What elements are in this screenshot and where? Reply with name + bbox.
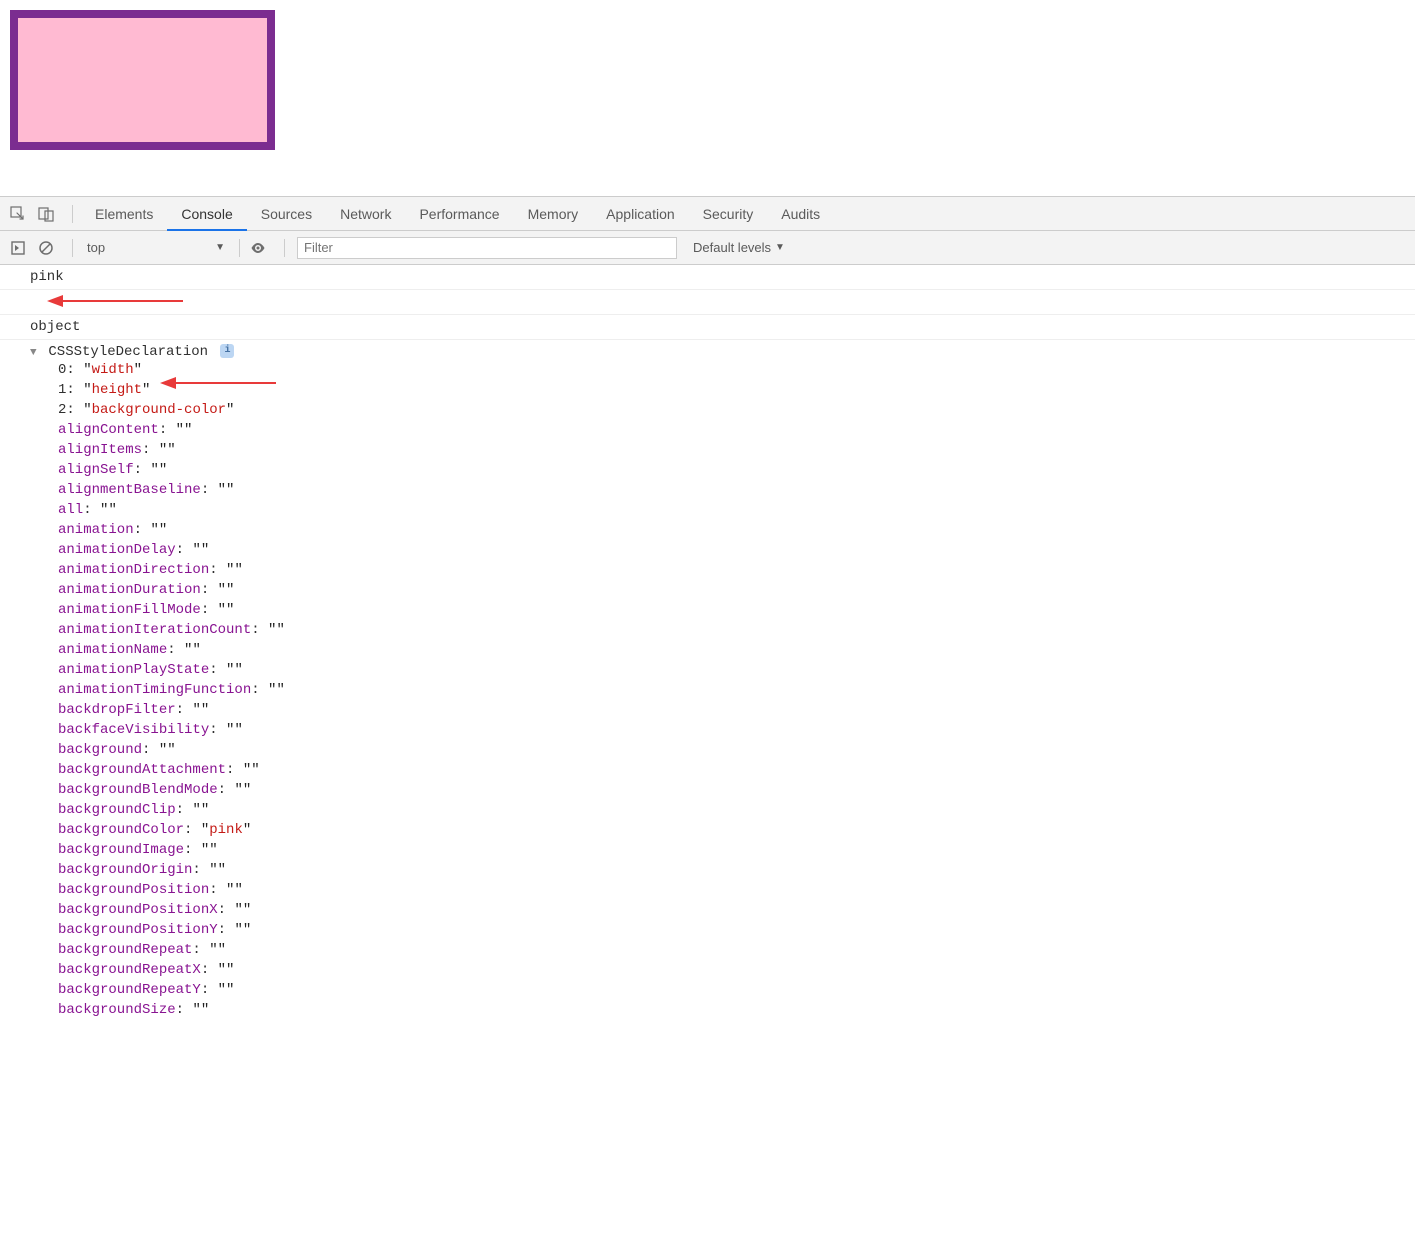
object-property-row[interactable]: backgroundOrigin: "" (58, 860, 1405, 880)
log-levels-selector[interactable]: Default levels ▼ (685, 237, 793, 259)
object-property-row[interactable]: alignItems: "" (58, 440, 1405, 460)
live-expression-icon[interactable] (248, 238, 268, 258)
devtools-panel: ElementsConsoleSourcesNetworkPerformance… (0, 196, 1415, 1024)
object-property-row[interactable]: animationTimingFunction: "" (58, 680, 1405, 700)
execution-context-icon[interactable] (8, 238, 28, 258)
object-property-row[interactable]: 1: "height" (58, 380, 1405, 400)
devtools-tab-sources[interactable]: Sources (247, 197, 326, 231)
chevron-down-icon: ▼ (775, 242, 785, 253)
context-selector[interactable]: top ▼ (81, 237, 231, 259)
object-property-row[interactable]: backgroundAttachment: "" (58, 760, 1405, 780)
object-property-row[interactable]: alignContent: "" (58, 420, 1405, 440)
styled-div-outer (10, 10, 275, 150)
log-text: pink (30, 269, 64, 285)
device-toggle-icon[interactable] (36, 204, 56, 224)
info-badge-icon[interactable]: i (220, 344, 234, 358)
devtools-tab-memory[interactable]: Memory (514, 197, 593, 231)
filter-input[interactable] (297, 237, 677, 259)
chevron-down-icon: ▼ (215, 242, 225, 253)
log-text: object (30, 319, 80, 335)
object-property-row[interactable]: backgroundPosition: "" (58, 880, 1405, 900)
devtools-tab-performance[interactable]: Performance (405, 197, 513, 231)
object-property-row[interactable]: backdropFilter: "" (58, 700, 1405, 720)
object-property-row[interactable]: alignSelf: "" (58, 460, 1405, 480)
object-property-row[interactable]: backgroundRepeat: "" (58, 940, 1405, 960)
log-levels-label: Default levels (693, 240, 771, 255)
styled-div-inner (18, 18, 267, 142)
devtools-tab-application[interactable]: Application (592, 197, 689, 231)
devtools-tabs-bar: ElementsConsoleSourcesNetworkPerformance… (0, 197, 1415, 231)
inspect-element-icon[interactable] (8, 204, 28, 224)
console-log-line-blank[interactable] (0, 290, 1415, 315)
console-output: pink object ▼ CSSStyleDeclaration i 0: "… (0, 265, 1415, 1024)
object-property-row[interactable]: backgroundSize: "" (58, 1000, 1405, 1020)
separator (239, 239, 240, 257)
console-log-line[interactable]: object (0, 315, 1415, 340)
object-property-row[interactable]: backgroundImage: "" (58, 840, 1405, 860)
separator (72, 205, 73, 223)
object-property-row[interactable]: backgroundPositionY: "" (58, 920, 1405, 940)
object-property-row[interactable]: backfaceVisibility: "" (58, 720, 1405, 740)
disclosure-triangle-icon: ▼ (30, 347, 40, 359)
object-property-row[interactable]: animation: "" (58, 520, 1405, 540)
object-property-row[interactable]: animationPlayState: "" (58, 660, 1405, 680)
object-property-row[interactable]: background: "" (58, 740, 1405, 760)
separator (284, 239, 285, 257)
devtools-tab-network[interactable]: Network (326, 197, 405, 231)
object-class-name: CSSStyleDeclaration (48, 344, 208, 360)
context-label: top (87, 240, 105, 255)
object-property-row[interactable]: animationName: "" (58, 640, 1405, 660)
object-property-row[interactable]: animationIterationCount: "" (58, 620, 1405, 640)
page-content-area (0, 0, 1415, 196)
object-property-row[interactable]: animationDelay: "" (58, 540, 1405, 560)
console-toolbar: top ▼ Default levels ▼ (0, 231, 1415, 265)
object-property-row[interactable]: animationDuration: "" (58, 580, 1405, 600)
object-property-row[interactable]: backgroundColor: "pink" (58, 820, 1405, 840)
object-property-row[interactable]: 2: "background-color" (58, 400, 1405, 420)
object-property-row[interactable]: backgroundClip: "" (58, 800, 1405, 820)
devtools-tab-audits[interactable]: Audits (767, 197, 834, 231)
object-property-row[interactable]: alignmentBaseline: "" (58, 480, 1405, 500)
object-property-row[interactable]: backgroundRepeatY: "" (58, 980, 1405, 1000)
object-property-row[interactable]: 0: "width" (58, 360, 1405, 380)
object-property-row[interactable]: animationFillMode: "" (58, 600, 1405, 620)
separator (72, 239, 73, 257)
devtools-tab-console[interactable]: Console (167, 197, 246, 231)
annotation-arrow (45, 292, 185, 310)
clear-console-icon[interactable] (36, 238, 56, 258)
object-property-row[interactable]: backgroundPositionX: "" (58, 900, 1405, 920)
devtools-tab-elements[interactable]: Elements (81, 197, 167, 231)
devtools-tab-security[interactable]: Security (689, 197, 768, 231)
object-property-row[interactable]: animationDirection: "" (58, 560, 1405, 580)
console-log-line[interactable]: pink (0, 265, 1415, 290)
object-tree: ▼ CSSStyleDeclaration i 0: "width"1: "he… (0, 340, 1415, 1024)
object-header[interactable]: ▼ CSSStyleDeclaration i (30, 344, 1405, 360)
object-property-row[interactable]: all: "" (58, 500, 1405, 520)
object-property-row[interactable]: backgroundBlendMode: "" (58, 780, 1405, 800)
property-list: 0: "width"1: "height"2: "background-colo… (30, 360, 1405, 1020)
object-property-row[interactable]: backgroundRepeatX: "" (58, 960, 1405, 980)
